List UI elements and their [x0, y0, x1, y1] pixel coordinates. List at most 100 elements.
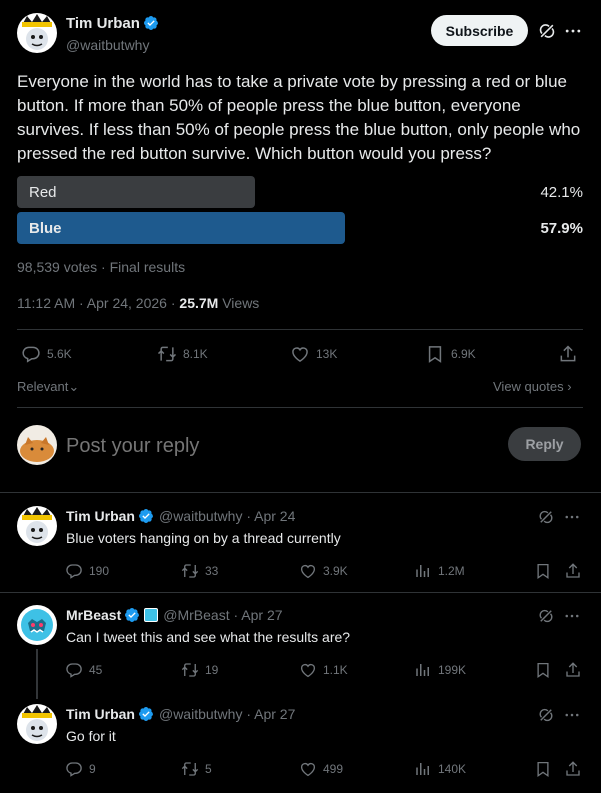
- grok-icon[interactable]: [537, 706, 555, 724]
- sort-dropdown[interactable]: Relevant⌄: [17, 379, 79, 395]
- bookmark-icon[interactable]: [534, 661, 552, 679]
- repost-stat[interactable]: 5: [181, 760, 212, 778]
- sort-label: Relevant: [17, 379, 69, 394]
- view-quotes-link[interactable]: View quotes ›: [493, 379, 572, 394]
- current-user-avatar[interactable]: [17, 425, 57, 465]
- verified-badge-icon: [143, 15, 159, 31]
- verified-badge-icon: [138, 706, 154, 722]
- avatar[interactable]: [17, 605, 57, 645]
- share-icon[interactable]: [564, 760, 582, 778]
- views-icon: [414, 661, 432, 679]
- avatar-mrbeast-icon: [17, 605, 57, 645]
- views-stat-count: 199K: [438, 663, 467, 677]
- like-stat[interactable]: 13K: [290, 344, 337, 364]
- avatar-tim-urban-icon: [17, 13, 57, 53]
- like-stat[interactable]: 1.1K: [299, 661, 348, 679]
- views-count: 25.7M: [179, 295, 219, 311]
- repost-stat-count: 19: [205, 663, 219, 677]
- author-handle[interactable]: @waitbutwhy: [66, 37, 149, 53]
- bookmark-count: 6.9K: [451, 347, 476, 361]
- reply-icon: [65, 760, 83, 778]
- subscribe-button[interactable]: Subscribe: [431, 15, 528, 46]
- reply-handle[interactable]: @MrBeast: [163, 607, 229, 623]
- like-stat[interactable]: 499: [299, 760, 343, 778]
- avatar[interactable]: [17, 506, 57, 546]
- avatar-tim-urban-icon: [17, 506, 57, 546]
- post-text: Everyone in the world has to take a priv…: [17, 72, 581, 163]
- like-icon: [299, 661, 317, 679]
- poll-option-blue: [17, 212, 345, 244]
- like-icon: [290, 344, 310, 364]
- share-icon[interactable]: [564, 562, 582, 580]
- grok-icon[interactable]: [537, 508, 555, 526]
- bookmark-stat[interactable]: 6.9K: [425, 344, 476, 364]
- reply-date[interactable]: · Apr 27: [242, 706, 295, 722]
- views-stat[interactable]: 1.2M: [414, 562, 465, 580]
- like-stat[interactable]: 3.9K: [299, 562, 348, 580]
- repost-stat[interactable]: 33: [181, 562, 218, 580]
- reply-stat[interactable]: 9: [65, 760, 96, 778]
- repost-stat[interactable]: 8.1K: [157, 344, 208, 364]
- repost-stat[interactable]: 19: [181, 661, 218, 679]
- share-icon[interactable]: [558, 344, 578, 364]
- bookmark-icon: [425, 344, 445, 364]
- views-stat[interactable]: 140K: [414, 760, 466, 778]
- more-options-icon[interactable]: [563, 607, 581, 625]
- post-timestamp[interactable]: 11:12 AM · Apr 24, 2026 · 25.7M Views: [17, 295, 259, 311]
- reply-header: Tim Urban @waitbutwhy · Apr 27: [66, 706, 295, 722]
- repost-icon: [181, 760, 199, 778]
- avatar-tim-urban-icon: [17, 704, 57, 744]
- more-options-icon[interactable]: [563, 706, 581, 724]
- timestamp-text: 11:12 AM · Apr 24, 2026 ·: [17, 295, 180, 311]
- reply-input[interactable]: [66, 431, 486, 461]
- divider: [17, 329, 583, 330]
- views-icon: [414, 760, 432, 778]
- reply-handle[interactable]: @waitbutwhy: [159, 706, 242, 722]
- divider: [0, 592, 601, 593]
- repost-icon: [157, 344, 177, 364]
- repost-icon: [181, 562, 199, 580]
- poll-option-label: Red: [29, 184, 57, 201]
- reply-author-name[interactable]: MrBeast: [66, 607, 121, 623]
- avatar[interactable]: [17, 704, 57, 744]
- share-icon[interactable]: [564, 661, 582, 679]
- reply-stat[interactable]: 5.6K: [21, 344, 72, 364]
- views-stat[interactable]: 199K: [414, 661, 466, 679]
- reply-stat[interactable]: 190: [65, 562, 109, 580]
- reply-stat[interactable]: 45: [65, 661, 102, 679]
- more-options-icon[interactable]: [563, 21, 583, 41]
- reply-icon: [65, 661, 83, 679]
- repost-icon: [181, 661, 199, 679]
- divider: [0, 492, 601, 493]
- divider: [17, 407, 583, 408]
- like-icon: [299, 562, 317, 580]
- like-icon: [299, 760, 317, 778]
- avatar[interactable]: [17, 13, 57, 53]
- views-stat-count: 1.2M: [438, 564, 465, 578]
- author-name-row[interactable]: Tim Urban: [66, 15, 159, 33]
- reply-author-name[interactable]: Tim Urban: [66, 508, 135, 524]
- grok-icon[interactable]: [537, 607, 555, 625]
- reply-date[interactable]: · Apr 27: [230, 607, 282, 623]
- grok-icon[interactable]: [537, 21, 557, 41]
- reply-button[interactable]: Reply: [508, 427, 581, 461]
- reply-header: Tim Urban @waitbutwhy · Apr 24: [66, 508, 295, 524]
- bookmark-icon[interactable]: [534, 562, 552, 580]
- view-quotes-label: View quotes: [493, 379, 564, 394]
- like-stat-count: 499: [323, 762, 344, 776]
- more-options-icon[interactable]: [563, 508, 581, 526]
- reply-stat-count: 45: [89, 663, 103, 677]
- thread-connector: [36, 649, 38, 699]
- reply-text: Blue voters hanging on by a thread curre…: [66, 530, 341, 546]
- author-name[interactable]: Tim Urban: [66, 15, 140, 32]
- repost-stat-count: 5: [205, 762, 212, 776]
- views-icon: [414, 562, 432, 580]
- reply-author-name[interactable]: Tim Urban: [66, 706, 135, 722]
- like-count: 13K: [316, 347, 338, 361]
- chevron-down-icon: ⌄: [68, 379, 80, 394]
- reply-handle[interactable]: @waitbutwhy: [159, 508, 242, 524]
- reply-date[interactable]: · Apr 24: [242, 508, 295, 524]
- poll-option-label: Blue: [29, 220, 62, 237]
- views-label: Views: [222, 295, 260, 311]
- bookmark-icon[interactable]: [534, 760, 552, 778]
